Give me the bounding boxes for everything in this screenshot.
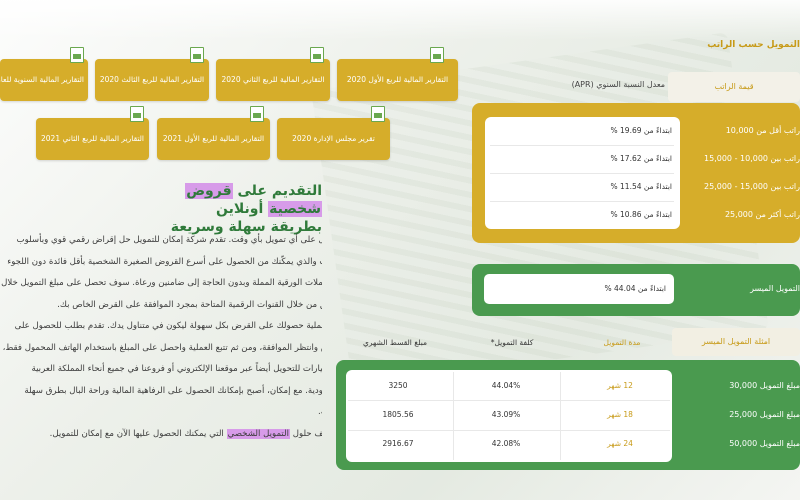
finance-amount-label: مبلغ التمويل 50,000 xyxy=(729,439,800,448)
finance-cost-cell: 44.04% xyxy=(491,381,521,390)
file-excel-icon xyxy=(70,47,84,63)
salary-rate-value: ابتداءً من 19.69 % xyxy=(610,126,672,135)
finance-duration-cell: 24 شهر xyxy=(607,439,633,448)
report-q2-2021-button[interactable]: التقارير المالية للربع الثاني 2021 xyxy=(36,118,149,160)
salary-rate-value: ابتداءً من 10.86 % xyxy=(610,210,672,219)
report-label: التقارير المالية للربع الأول 2021 xyxy=(162,134,265,143)
paragraph-text: اكتشف حلول xyxy=(292,428,322,439)
file-excel-icon xyxy=(371,106,385,122)
finance-duration-cell: 12 شهر xyxy=(607,381,633,390)
salary-rate-value: ابتداءً من 17.62 % xyxy=(610,154,672,163)
report-annual-button[interactable]: التقارير المالية السنوية للعام xyxy=(0,59,88,101)
salary-section-title: التمويل حسب الراتب xyxy=(707,40,800,50)
finance-installment-cell: 3250 xyxy=(388,381,408,390)
article-paragraph: اكتشف حلول التمويل الشخصي التي يمكنك الح… xyxy=(0,424,322,446)
paragraph-text: التي يمكنك الحصول عليها الآن مع إمكان لل… xyxy=(49,428,227,439)
article-paragraph: تتم عملية حصولك على القرض بكل سهولة ليكو… xyxy=(2,321,322,417)
easy-finance-rate: ابتداءً من 44.04 % xyxy=(604,284,666,293)
salary-range-label: راتب أقل من 10,000 xyxy=(725,126,800,135)
report-label: التقارير المالية للربع الثاني 2021 xyxy=(41,134,144,143)
apr-column-header: معدل النسبة السنوي (APR) xyxy=(571,80,665,89)
file-excel-icon xyxy=(310,47,324,63)
report-q2-2020-button[interactable]: التقارير المالية للربع الثاني 2020 xyxy=(216,59,330,101)
file-excel-icon xyxy=(250,106,264,122)
file-excel-icon xyxy=(430,47,444,63)
row-divider xyxy=(348,430,670,431)
row-divider xyxy=(490,201,674,202)
column-divider xyxy=(453,372,454,460)
report-q1-2021-button[interactable]: التقارير المالية للربع الأول 2021 xyxy=(157,118,270,160)
article-paragraph: احصل على أي تمويل بأي وقت. تقدم شركة إمك… xyxy=(1,235,322,310)
installment-column-header: مبلغ القسط الشهري xyxy=(362,338,428,347)
report-label: التقارير المالية للربع الثالث 2020 xyxy=(99,75,205,84)
finance-amount-label: مبلغ التمويل 30,000 xyxy=(729,381,800,390)
duration-column-header: مدة التمويل xyxy=(603,338,641,347)
column-divider xyxy=(560,372,561,460)
report-label: تقرير مجلس الإدارة 2020 xyxy=(292,134,375,143)
finance-duration-cell: 18 شهر xyxy=(607,410,633,419)
salary-range-label: راتب بين 10,000 - 15,000 xyxy=(704,154,800,163)
finance-installment-cell: 1805.56 xyxy=(382,410,414,419)
examples-column-header: امثلة التمويل الميسر xyxy=(672,328,800,356)
file-excel-icon xyxy=(190,47,204,63)
finance-cost-cell: 42.08% xyxy=(491,439,521,448)
file-excel-icon xyxy=(130,106,144,122)
salary-range-label: راتب أكثر من 25,000 xyxy=(724,210,800,219)
article-body: احصل على أي تمويل بأي وقت. تقدم شركة إمك… xyxy=(0,230,322,480)
report-label: التقارير المالية للربع الثاني 2020 xyxy=(221,75,325,84)
cost-column-header: كلفة التمويل* xyxy=(490,338,534,347)
report-q1-2020-button[interactable]: التقارير المالية للربع الأول 2020 xyxy=(337,59,458,101)
finance-cost-cell: 43.09% xyxy=(491,410,521,419)
row-divider xyxy=(490,173,674,174)
headline-highlight: شخصية xyxy=(268,201,322,217)
finance-amount-label: مبلغ التمويل 25,000 xyxy=(729,410,800,419)
headline-highlight: قروض xyxy=(185,183,233,199)
report-label: التقارير المالية للربع الأول 2020 xyxy=(346,75,449,84)
salary-rate-value: ابتداءً من 11.54 % xyxy=(610,182,672,191)
article-headline: التقديم على قروض شخصية أونلاين بطريقة سه… xyxy=(160,182,322,236)
easy-finance-label: التمويل الميسر xyxy=(750,284,800,293)
salary-column-header: قيمة الراتب xyxy=(668,72,800,102)
report-board-2020-button[interactable]: تقرير مجلس الإدارة 2020 xyxy=(277,118,390,160)
headline-text: التقديم على xyxy=(232,183,323,199)
finance-installment-cell: 2916.67 xyxy=(382,439,414,448)
personal-finance-link[interactable]: التمويل الشخصي xyxy=(226,428,291,439)
report-q3-2020-button[interactable]: التقارير المالية للربع الثالث 2020 xyxy=(95,59,209,101)
report-label: التقارير المالية السنوية للعام xyxy=(0,75,84,84)
row-divider xyxy=(348,400,670,401)
salary-range-label: راتب بين 15,000 - 25,000 xyxy=(704,182,800,191)
row-divider xyxy=(490,145,674,146)
